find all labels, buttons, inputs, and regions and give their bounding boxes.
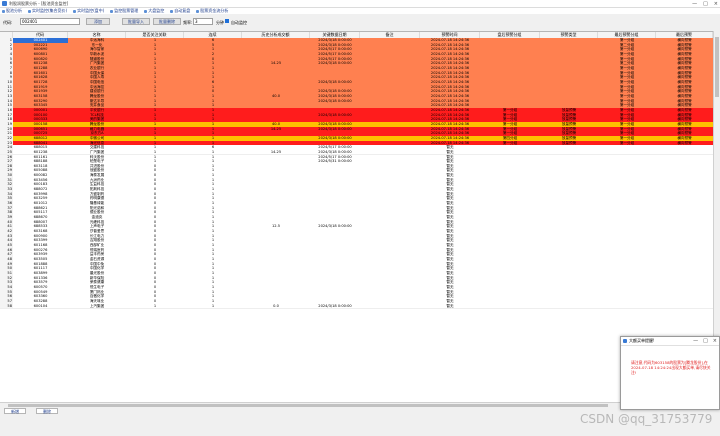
auto-monitor-label: 自动监控	[231, 20, 247, 25]
menu-auction-monitor[interactable]: 实时监控(集合竞价)	[28, 8, 67, 14]
minimize-icon[interactable]: —	[693, 338, 698, 344]
footer-tab-add[interactable]: 新增	[4, 408, 26, 414]
dialog-body: 请注意,代码为603158的股票为[腾龙股份],在2024-07-18 14:2…	[621, 346, 719, 409]
menu-capital-flow[interactable]: 股票资金流分析	[196, 8, 228, 14]
cell-j	[656, 304, 713, 309]
cell-g	[480, 304, 540, 309]
window-titlebar: 利股润股票分析 - [股池资金监控] — □ ×	[0, 0, 720, 8]
cell-e	[360, 304, 420, 309]
monitor-icon	[73, 9, 77, 13]
chart-icon	[2, 9, 5, 13]
monitor-icon	[28, 9, 31, 13]
cell-n: 58	[0, 303, 13, 309]
dialog-titlebar: 大额买单提醒! — □ ×	[621, 337, 719, 346]
menu-stock-manage[interactable]: 监控股票管理	[110, 8, 138, 14]
batch-delete-button[interactable]: 批量删除	[153, 18, 181, 25]
code-input[interactable]: 002401	[20, 18, 80, 25]
menu-intraday-monitor[interactable]: 实时监控(盘中)	[73, 8, 104, 14]
window-title: 利股润股票分析 - [股池资金监控]	[9, 0, 69, 6]
cell-code: 600104	[33, 303, 48, 308]
app-icon	[2, 1, 7, 6]
cell-c: 0.0	[273, 303, 279, 308]
cell-name: 上汽集团	[89, 303, 105, 308]
cell-t: 暂无	[446, 303, 454, 308]
cell-a: 1	[153, 303, 157, 308]
flow-icon	[196, 9, 200, 13]
cell-d: 2024/3/18 0:00:00	[318, 303, 352, 308]
menu-auto-review[interactable]: 自动复盘	[170, 8, 190, 14]
close-icon[interactable]: ×	[714, 1, 718, 7]
dialog-message: 请注意,代码为603158的股票为[腾龙股份],在2024-07-18 14:2…	[631, 360, 711, 375]
watermark: CSDN @qq_31753779	[580, 412, 713, 426]
cell-i	[598, 304, 656, 309]
code-label: 代码:	[3, 20, 13, 25]
menu-bar: 股池分析 实时监控(集合竞价) 实时监控(盘中) 监控股票管理 大盘监控 自动复…	[0, 8, 720, 14]
frequency-stepper[interactable]: 3	[193, 18, 213, 25]
cell-b: 1	[211, 303, 215, 308]
add-button[interactable]: 添加	[86, 18, 110, 25]
dialog-controls: — □ ×	[693, 338, 717, 344]
market-icon	[144, 9, 148, 13]
frequency-unit: 分钟	[216, 20, 224, 25]
list-icon	[110, 9, 114, 13]
menu-market-monitor[interactable]: 大盘监控	[144, 8, 164, 14]
stock-table: 代码 名称 是否关注关联 连续 历史分析成交额 关键数据日期 备注 预警时间 盘…	[0, 31, 713, 403]
table-row[interactable]: 58 600104 上汽集团 1 1 0.0 2024/3/18 0:00:00 暂无	[0, 303, 713, 310]
menu-stock-analysis[interactable]: 股池分析	[2, 8, 22, 14]
refresh-icon	[170, 9, 174, 13]
toolbar: 代码: 002401 添加 批量导入 批量删除 频率: 3 分钟 自动监控	[0, 15, 720, 29]
window-controls: — □ ×	[692, 0, 718, 7]
cell-h	[540, 304, 598, 309]
dialog-title: 大额买单提醒!	[629, 338, 655, 343]
maximize-icon[interactable]: □	[703, 1, 708, 7]
scroll-thumb[interactable]	[715, 37, 719, 97]
app-icon	[623, 339, 627, 343]
footer-tab-delete[interactable]: 删除	[36, 408, 58, 414]
minimize-icon[interactable]: —	[692, 1, 697, 7]
big-order-alert-dialog: 大额买单提醒! — □ × 请注意,代码为603158的股票为[腾龙股份],在2…	[620, 336, 720, 410]
auto-monitor-checkbox[interactable]	[225, 19, 229, 23]
frequency-label: 频率:	[183, 20, 193, 25]
close-icon[interactable]: ×	[713, 338, 717, 344]
batch-import-button[interactable]: 批量导入	[122, 18, 150, 25]
maximize-icon[interactable]: □	[703, 338, 708, 344]
